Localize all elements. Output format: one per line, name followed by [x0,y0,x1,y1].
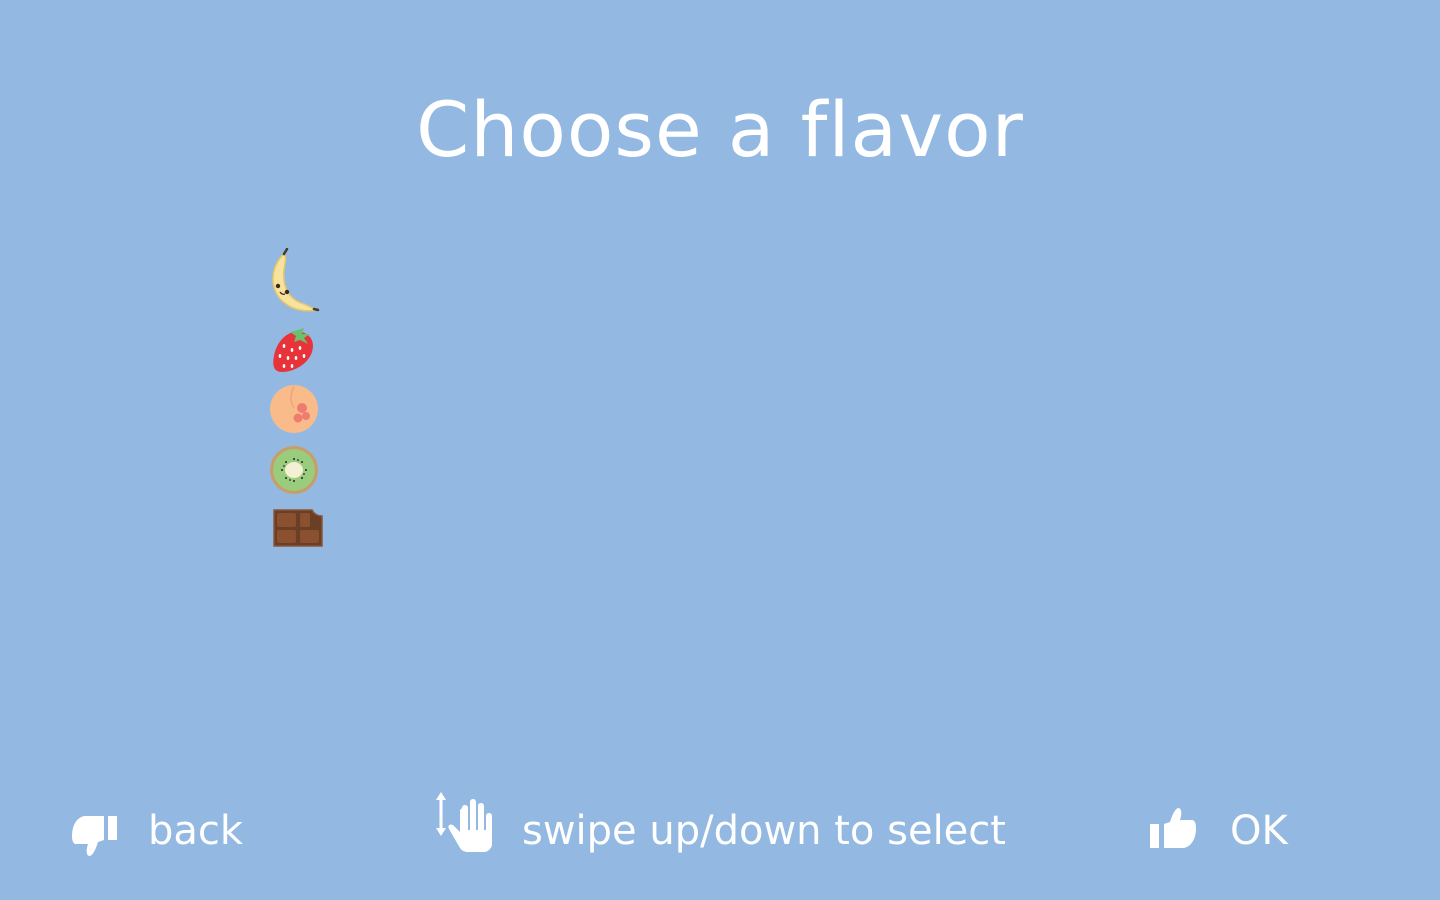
page-title: Choose a flavor [416,85,1024,174]
swipe-label: swipe up/down to select [522,808,1006,854]
strawberry-icon[interactable] [264,326,328,390]
ok-button[interactable]: OK [1146,786,1288,876]
peach-icon[interactable] [264,384,328,448]
thumbs-down-icon [70,814,122,858]
banana-icon[interactable] [264,248,328,312]
chocolate-icon[interactable] [264,506,328,570]
ok-label: OK [1230,808,1288,854]
thumbs-up-icon [1146,806,1198,850]
back-button[interactable]: back [70,786,243,876]
back-label: back [148,808,244,854]
swipe-hint: swipe up/down to select [430,786,1006,876]
kiwi-icon[interactable] [264,444,328,508]
swipe-hand-icon [430,790,496,856]
